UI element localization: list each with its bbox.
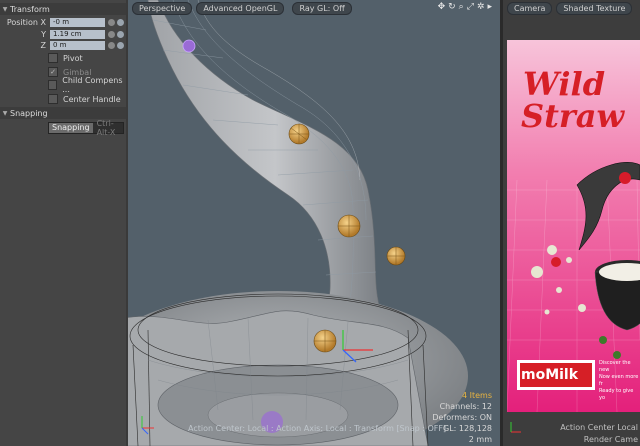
collapse-arrow-icon[interactable]: ▼ xyxy=(0,6,10,13)
handle-ball-1[interactable] xyxy=(288,123,310,145)
properties-panel: ▼ Transform Position X -0 m Y 1.19 cm Z … xyxy=(0,0,126,446)
render-copy-line: Ready to give yo xyxy=(599,388,634,401)
center-handle-option[interactable]: Center Handle xyxy=(48,93,121,105)
shaded-texture-button[interactable]: Shaded Texture xyxy=(556,2,633,15)
shading-mode-button[interactable]: Advanced OpenGL xyxy=(196,2,285,15)
position-y-field[interactable]: 1.19 cm xyxy=(50,30,105,39)
deformer-status: Deformers: ON xyxy=(432,413,492,422)
channel-dot-icon[interactable] xyxy=(108,19,115,26)
position-z-row: Z 0 m xyxy=(0,40,126,51)
channel-dot-icon[interactable] xyxy=(108,42,115,49)
play-icon[interactable]: ▸ xyxy=(487,2,492,12)
snapping-button-label: Snapping xyxy=(49,123,93,133)
snapping-section-title: Snapping xyxy=(10,108,48,118)
render-copy: Discover the new Now even more fr Ready … xyxy=(599,360,640,402)
render-title-line2: Straw xyxy=(521,97,625,135)
gimbal-checkbox: ✓ xyxy=(48,67,58,77)
child-compensation-label: Child Compens ... xyxy=(62,76,123,94)
center-handle-checkbox[interactable] xyxy=(48,94,58,104)
snapping-section-header[interactable]: ▼ Snapping xyxy=(0,107,126,119)
raygl-button[interactable]: Ray GL: Off xyxy=(292,2,352,15)
position-x-label: Position X xyxy=(6,18,46,27)
camera-view-button[interactable]: Camera xyxy=(507,2,553,15)
position-z-label: Z xyxy=(40,41,46,50)
handle-ball-4[interactable] xyxy=(313,329,337,353)
rotate-icon[interactable]: ↻ xyxy=(448,2,456,12)
center-handle-label: Center Handle xyxy=(63,94,121,104)
camera-toolbar: Camera Shaded Texture xyxy=(503,0,640,17)
camera-status-line2: Render Came xyxy=(583,435,638,444)
action-status: Action Center: Local : Action Axis: Loca… xyxy=(188,424,447,433)
position-y-row: Y 1.19 cm xyxy=(0,29,126,40)
zoom-icon[interactable]: ⌕ xyxy=(459,2,464,12)
fit-icon[interactable]: ⤢ xyxy=(467,2,474,12)
position-x-row: Position X -0 m xyxy=(0,17,126,28)
view-type-button[interactable]: Perspective xyxy=(132,2,193,15)
camera-status-line1: Action Center Local xyxy=(560,423,638,432)
position-x-field[interactable]: -0 m xyxy=(50,18,105,27)
render-brand: moMilk xyxy=(521,367,579,383)
viewport-nav-icons: ✥ ↻ ⌕ ⤢ ✲ ▸ xyxy=(438,2,492,12)
position-z-field[interactable]: 0 m xyxy=(50,41,105,50)
render-title-line1: Wild xyxy=(523,65,606,103)
viewport-canvas[interactable] xyxy=(128,0,500,446)
gl-stats: GL: 128,128 xyxy=(443,424,492,433)
link-dot-icon[interactable] xyxy=(117,42,124,49)
link-dot-icon[interactable] xyxy=(117,31,124,38)
channel-count: Channels: 12 xyxy=(439,402,492,411)
render-copy-line: Discover the new xyxy=(599,360,631,373)
transform-section-header[interactable]: ▼ Transform xyxy=(0,3,126,15)
collapse-arrow-icon[interactable]: ▼ xyxy=(0,110,10,117)
camera-viewport[interactable]: Camera Shaded Texture Wild Straw moMilk … xyxy=(503,0,640,446)
bowl-mesh[interactable] xyxy=(128,291,468,446)
perspective-viewport[interactable]: Perspective Advanced OpenGL Ray GL: Off … xyxy=(128,0,500,446)
pivot-option[interactable]: Pivot xyxy=(48,52,83,64)
child-compensation-checkbox[interactable] xyxy=(48,80,58,90)
transform-section-title: Transform xyxy=(10,4,50,14)
render-copy-line: Now even more fr xyxy=(599,374,639,387)
pivot-checkbox[interactable] xyxy=(48,53,58,63)
snapping-shortcut: Ctrl-Alt-X xyxy=(96,119,116,137)
child-compensation-option[interactable]: Child Compens ... xyxy=(48,76,126,94)
grid-scale: 2 mm xyxy=(468,435,492,444)
snapping-toggle-button[interactable]: Snapping Ctrl-Alt-X xyxy=(48,119,124,137)
pivot-handle[interactable] xyxy=(182,39,196,53)
axes-indicator xyxy=(510,422,521,433)
item-count: 4 Items xyxy=(461,391,492,400)
link-dot-icon[interactable] xyxy=(117,19,124,26)
position-y-label: Y xyxy=(41,30,46,39)
channel-dot-icon[interactable] xyxy=(108,31,115,38)
handle-ball-3[interactable] xyxy=(386,246,406,266)
handle-ball-2[interactable] xyxy=(337,214,361,238)
pivot-label: Pivot xyxy=(63,53,83,63)
settings-icon[interactable]: ✲ xyxy=(477,2,485,12)
move-icon[interactable]: ✥ xyxy=(438,2,446,12)
